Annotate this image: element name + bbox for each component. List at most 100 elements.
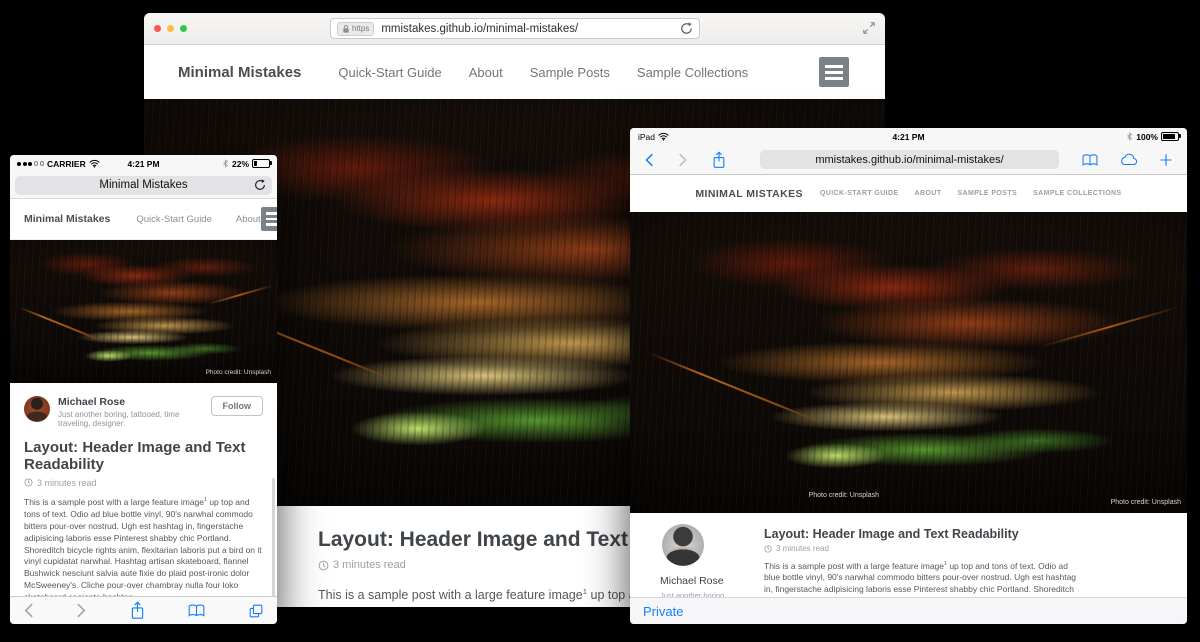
bookmarks-button[interactable]	[1081, 153, 1099, 167]
share-button[interactable]	[712, 151, 726, 169]
hamburger-icon	[825, 65, 843, 68]
iphone-url-row: Minimal Mistakes	[10, 172, 277, 199]
share-button[interactable]	[130, 601, 145, 620]
post-excerpt: This is a sample post with a large featu…	[764, 561, 1082, 597]
iphone-address-bar[interactable]: Minimal Mistakes	[15, 176, 272, 195]
photo-credit-overlay: Photo credit: Unsplash	[803, 490, 885, 501]
close-window-button[interactable]	[154, 25, 161, 32]
site-brand[interactable]: Minimal Mistakes	[24, 213, 110, 225]
ipad-site-nav: Minimal Mistakes Quick-Start Guide About…	[630, 175, 1187, 212]
reload-button[interactable]	[680, 22, 693, 35]
iphone-status-bar: CARRIER 4:21 PM 22%	[10, 155, 277, 172]
ipad-toolbar: mmistakes.github.io/minimal-mistakes/	[630, 145, 1187, 175]
author-name: Michael Rose	[660, 575, 736, 587]
nav-link-about[interactable]: About	[236, 214, 261, 225]
back-button[interactable]	[23, 602, 34, 619]
nav-link-sample-posts[interactable]: Sample Posts	[530, 65, 610, 80]
nav-link-quick-start-guide[interactable]: Quick-Start Guide	[820, 190, 899, 197]
author-avatar	[24, 396, 50, 422]
page-title-in-urlbar: Minimal Mistakes	[99, 179, 187, 191]
photo-credit-overlay: Photo credit: Unsplash	[1105, 497, 1187, 508]
post-paragraph-1: This is a sample post with a large featu…	[24, 497, 263, 596]
reload-icon	[680, 22, 693, 35]
p1-text-rest: up top and tons of text. Odio ad blue bo…	[24, 497, 262, 596]
iphone-site-nav: Minimal Mistakes Quick-Start Guide About	[10, 199, 277, 240]
private-toggle[interactable]: Private	[643, 604, 683, 619]
url-text: mmistakes.github.io/minimal-mistakes/	[381, 23, 680, 35]
scroll-indicator[interactable]	[272, 478, 275, 596]
ipad-address-bar[interactable]: mmistakes.github.io/minimal-mistakes/	[760, 150, 1059, 169]
book-icon	[1081, 153, 1099, 167]
nav-link-sample-collections[interactable]: Sample Collections	[637, 65, 748, 80]
nav-link-about[interactable]: About	[915, 190, 942, 197]
zoom-window-button[interactable]	[180, 25, 187, 32]
author-avatar	[662, 524, 704, 566]
author-name: Michael Rose	[58, 396, 203, 409]
plus-icon	[1159, 153, 1173, 167]
forward-button[interactable]	[678, 152, 688, 168]
nav-hamburger-button[interactable]	[819, 57, 849, 87]
share-icon	[712, 151, 726, 169]
status-time: 4:21 PM	[630, 132, 1187, 142]
desktop-address-bar[interactable]: https mmistakes.github.io/minimal-mistak…	[330, 18, 700, 39]
p1-text: This is a sample post with a large featu…	[24, 497, 204, 507]
nav-link-about[interactable]: About	[469, 65, 503, 80]
ipad-post: Michael Rose Just another boring, tattoo…	[630, 513, 1187, 597]
desktop-nav-links: Quick-Start Guide About Sample Posts Sam…	[338, 65, 748, 80]
clock-icon	[764, 545, 772, 553]
battery-percent: 100%	[1136, 132, 1158, 142]
safari-bottom-toolbar	[10, 596, 277, 624]
private-browsing-bar: Private	[630, 597, 1187, 624]
nav-hamburger-button[interactable]	[261, 207, 277, 231]
clock-icon	[24, 478, 33, 487]
nav-link-sample-posts[interactable]: Sample Posts	[957, 190, 1017, 197]
feature-image: Photo credit: Unsplash	[630, 212, 1187, 513]
book-icon	[187, 603, 206, 618]
minimize-window-button[interactable]	[167, 25, 174, 32]
nav-link-quick-start-guide[interactable]: Quick-Start Guide	[136, 214, 212, 225]
site-brand[interactable]: Minimal Mistakes	[178, 64, 301, 81]
back-button[interactable]	[644, 152, 654, 168]
author-sidebar: Michael Rose Just another boring, tattoo…	[660, 524, 736, 597]
post-body: This is a sample post with a large featu…	[24, 497, 263, 596]
photo-credit-overlay: Photo credit: Unsplash	[200, 367, 277, 378]
ipad-nav-links: Quick-Start Guide About Sample Posts Sam…	[820, 190, 1122, 197]
forward-button[interactable]	[76, 602, 87, 619]
read-time: 3 minutes read	[776, 544, 829, 553]
post-title: Layout: Header Image and Text Readabilit…	[764, 527, 1082, 541]
ipad-safari-window: iPad 4:21 PM 100%	[630, 128, 1187, 624]
excerpt-text: This is a sample post with a large featu…	[318, 588, 583, 602]
p1-text: This is a sample post with a large featu…	[764, 561, 944, 571]
fullscreen-button[interactable]	[862, 21, 876, 35]
battery-percent: 22%	[232, 159, 249, 169]
tabs-button[interactable]	[248, 603, 264, 619]
battery-icon	[252, 159, 270, 169]
bluetooth-icon	[1126, 131, 1133, 142]
fullscreen-expand-icon	[862, 21, 876, 35]
nav-link-quick-start-guide[interactable]: Quick-Start Guide	[338, 65, 441, 80]
read-time: 3 minutes read	[37, 478, 97, 488]
share-icon	[130, 601, 145, 620]
https-label: https	[352, 25, 369, 33]
feature-image: Photo credit: Unsplash	[10, 240, 277, 383]
bluetooth-icon	[222, 158, 229, 169]
iphone-nav-links: Quick-Start Guide About	[136, 214, 260, 225]
new-tab-button[interactable]	[1159, 153, 1173, 167]
cloud-icon	[1119, 153, 1139, 166]
post-article: Layout: Header Image and Text Readabilit…	[764, 524, 1082, 597]
hamburger-icon	[266, 212, 277, 215]
desktop-titlebar: https mmistakes.github.io/minimal-mistak…	[144, 13, 885, 45]
battery-icon	[1161, 132, 1179, 142]
nav-link-sample-collections[interactable]: Sample Collections	[1033, 190, 1121, 197]
traffic-lights	[154, 25, 187, 32]
site-brand[interactable]: Minimal Mistakes	[695, 188, 803, 200]
tabs-icon	[248, 603, 264, 619]
composite-canvas: https mmistakes.github.io/minimal-mistak…	[0, 0, 1200, 642]
reload-button[interactable]	[254, 179, 266, 191]
clock-icon	[318, 560, 329, 571]
desktop-site-nav: Minimal Mistakes Quick-Start Guide About…	[144, 45, 885, 99]
author-bio: Just another boring, tattooed, time trav…	[58, 410, 203, 428]
bookmarks-button[interactable]	[187, 603, 206, 618]
icloud-tabs-button[interactable]	[1119, 153, 1139, 166]
follow-button[interactable]: Follow	[211, 396, 264, 416]
